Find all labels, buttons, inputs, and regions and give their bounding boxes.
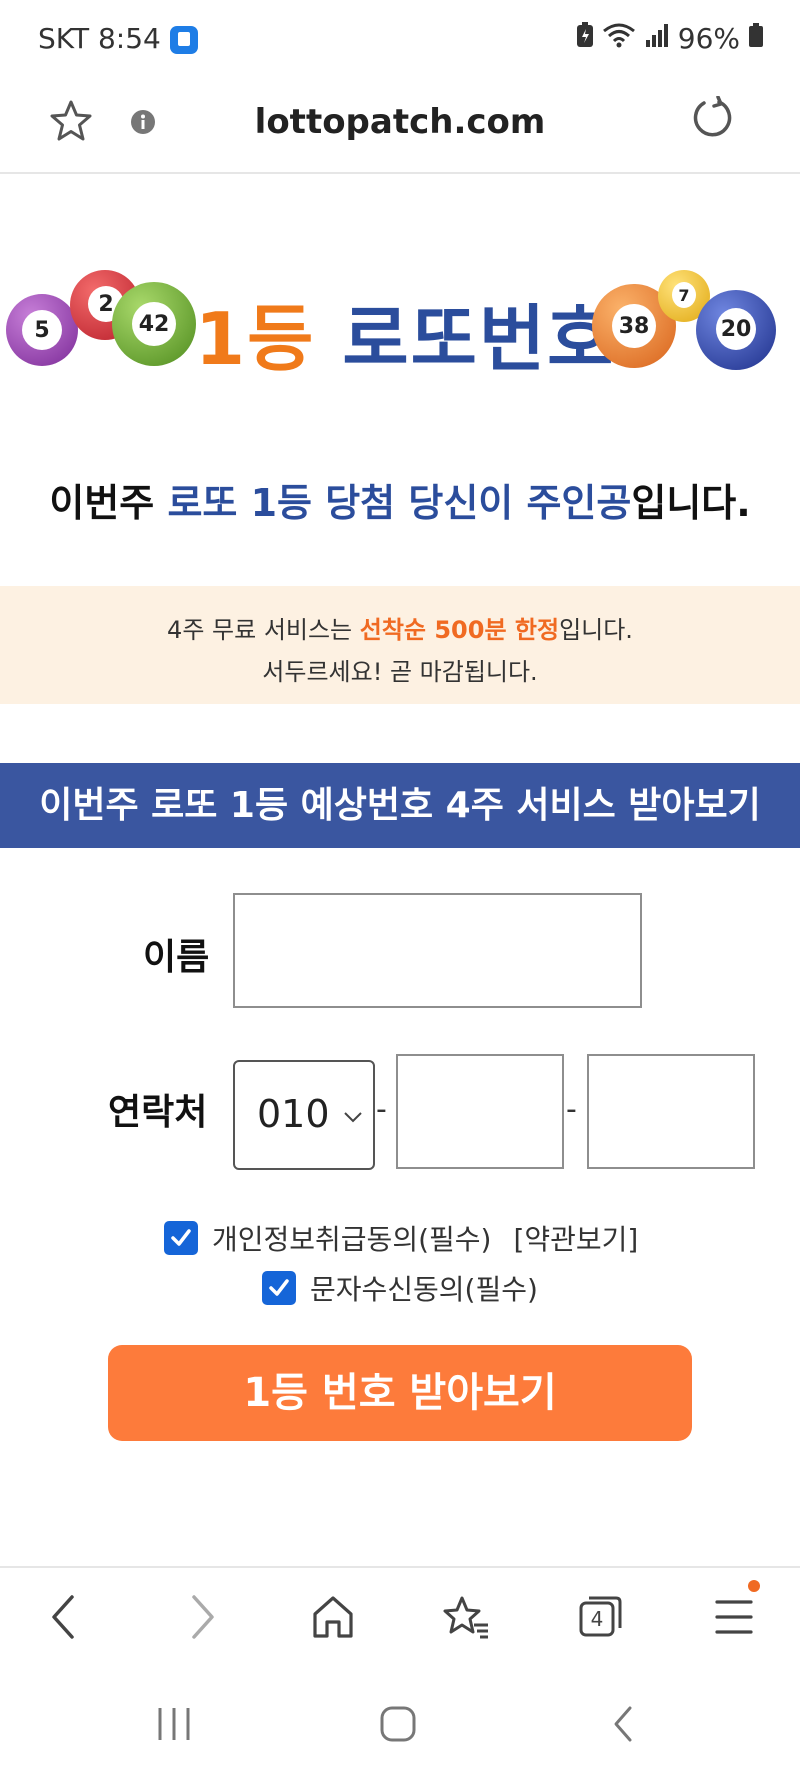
ball-number: 20 (716, 308, 756, 350)
home-icon[interactable] (310, 1594, 356, 1644)
phone-prefix-value: 010 (257, 1092, 330, 1136)
tabs-icon[interactable]: 4 (578, 1594, 624, 1644)
submit-button[interactable]: 1등 번호 받아보기 (108, 1345, 692, 1441)
terms-link[interactable]: [약관보기] (513, 1218, 638, 1258)
name-input[interactable] (233, 893, 642, 1008)
bookmarks-icon[interactable] (442, 1594, 490, 1644)
ball-number: 38 (612, 304, 656, 348)
ball-number: 42 (132, 302, 176, 346)
sms-agreement-row: 문자수신동의(필수) (262, 1268, 538, 1308)
status-time: SKT 8:54 (38, 22, 161, 55)
notice-text: 입니다. (559, 616, 633, 644)
lotto-ball-blue: 20 (696, 290, 776, 370)
banner-title: 1등 로또번호 (195, 280, 615, 385)
app-notification-icon (170, 26, 198, 54)
lotto-banner: 5 2 42 1등 로또번호 38 7 20 (0, 270, 800, 381)
notice-line-1: 4주 무료 서비스는 선착순 500분 한정입니다. (0, 610, 800, 645)
menu-icon[interactable] (714, 1580, 760, 1644)
phone-dash: - (566, 1092, 577, 1127)
wifi-icon (602, 22, 636, 55)
banner-title-rank: 1등 (195, 297, 316, 381)
phone-middle-input[interactable] (396, 1054, 564, 1169)
headline-part1: 이번주 (49, 481, 168, 525)
notice-text: 4주 무료 서비스는 (167, 616, 360, 644)
tab-count: 4 (590, 1607, 604, 1631)
name-label: 이름 (143, 937, 210, 978)
signal-icon (644, 22, 670, 55)
browser-toolbar: 4 (0, 1566, 800, 1668)
lotto-ball-green: 42 (112, 282, 196, 366)
forward-icon[interactable] (186, 1594, 220, 1644)
ball-number: 7 (672, 282, 696, 308)
privacy-agreement-label[interactable]: 개인정보취급동의(필수) (212, 1218, 491, 1258)
service-title-bar: 이번주 로또 1등 예상번호 4주 서비스 받아보기 (0, 763, 800, 848)
headline-highlight: 로또 1등 당첨 당신이 주인공 (167, 481, 632, 525)
headline: 이번주 로또 1등 당첨 당신이 주인공입니다. (0, 472, 800, 527)
notice-line-2: 서두르세요! 곧 마감됩니다. (262, 658, 538, 686)
url-bar: lottopatch.com (0, 80, 800, 174)
back-icon[interactable] (46, 1594, 80, 1644)
status-bar: SKT 8:54 96% (0, 0, 800, 80)
system-nav-bar (0, 1680, 800, 1778)
status-right-group: 96% (576, 22, 764, 55)
battery-saver-icon (576, 22, 594, 55)
battery-icon (748, 22, 764, 55)
lotto-ball-purple: 5 (6, 294, 78, 366)
home-button-icon[interactable] (378, 1704, 418, 1748)
limited-offer-notice: 4주 무료 서비스는 선착순 500분 한정입니다. 서두르세요! 곧 마감됩니… (0, 586, 800, 704)
sms-agreement-label[interactable]: 문자수신동의(필수) (310, 1268, 538, 1308)
menu-notification-dot (748, 1580, 760, 1592)
battery-percent: 96% (677, 22, 740, 55)
privacy-checkbox[interactable] (164, 1221, 198, 1255)
privacy-agreement-row: 개인정보취급동의(필수) [약관보기] (164, 1218, 638, 1258)
headline-part3: 입니다. (631, 481, 751, 525)
phone-dash: - (376, 1092, 387, 1127)
ball-number: 5 (22, 310, 62, 350)
reload-icon[interactable] (688, 95, 732, 144)
system-back-icon[interactable] (608, 1704, 638, 1748)
phone-label: 연락처 (108, 1092, 208, 1133)
url-text[interactable]: lottopatch.com (0, 102, 800, 142)
phone-last-input[interactable] (587, 1054, 755, 1169)
sms-checkbox[interactable] (262, 1271, 296, 1305)
recent-apps-icon[interactable] (154, 1704, 194, 1748)
phone-prefix-select[interactable]: 010 (233, 1060, 375, 1170)
notice-highlight: 선착순 500분 한정 (359, 616, 560, 644)
banner-title-text: 로또번호 (342, 297, 616, 381)
chevron-down-icon (343, 1108, 363, 1127)
